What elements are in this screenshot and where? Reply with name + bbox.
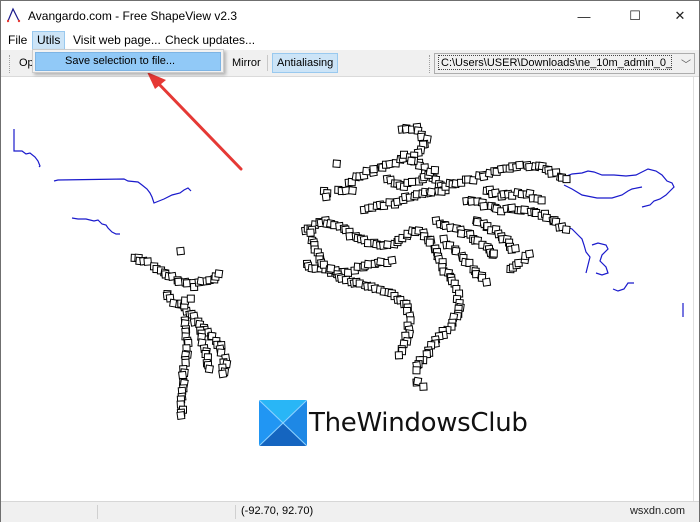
site-watermark: wsxdn.com bbox=[629, 505, 685, 517]
menu-item-save-selection[interactable]: Save selection to file... bbox=[35, 52, 221, 71]
menu-item-label: Save selection to file... bbox=[65, 55, 176, 67]
arrow-shaft bbox=[154, 79, 243, 171]
app-window: Avangardo.com - Free ShapeView v2.3 — ☐ … bbox=[0, 0, 700, 522]
status-bar: (-92.70, 92.70) wsxdn.com bbox=[1, 501, 699, 522]
status-separator bbox=[235, 505, 236, 519]
utils-dropdown-menu: Save selection to file... bbox=[32, 49, 224, 73]
status-separator bbox=[97, 505, 98, 519]
annotation-arrow bbox=[147, 72, 243, 171]
cursor-coordinates: (-92.70, 92.70) bbox=[241, 505, 314, 517]
